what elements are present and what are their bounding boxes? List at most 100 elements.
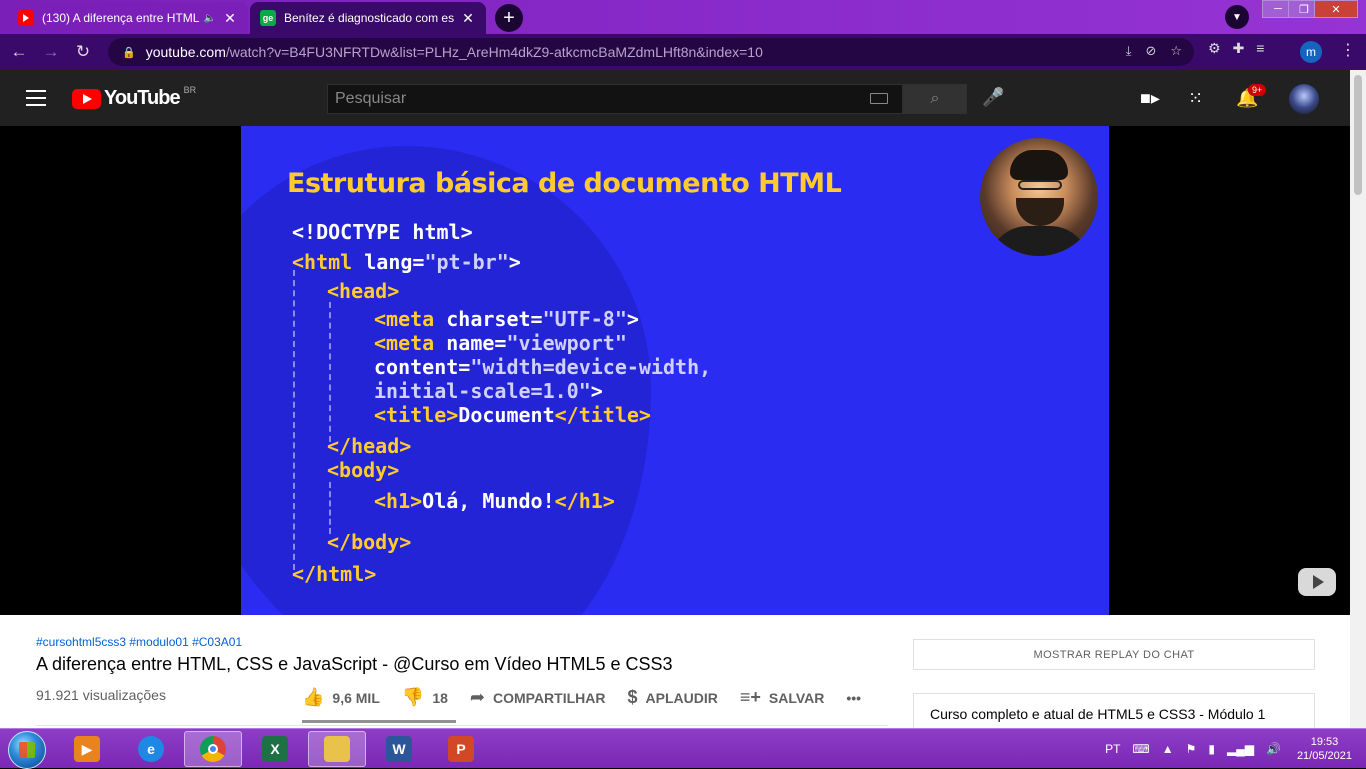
reload-icon[interactable]: ↻ [70, 39, 96, 65]
video-actions: 👍 9,6 MIL 👎 18 ➦ COMPARTILHAR $ APLAUDIR ≡+ S… [302, 687, 883, 708]
network-icon[interactable]: ▂▄▆ [1227, 742, 1254, 756]
playlist-add-icon: ≡+ [739, 687, 761, 707]
thanks-dollar-icon: $ [627, 687, 638, 707]
indent-guide [329, 302, 331, 442]
system-tray: PT ⌨ ▲ ⚑ ▮ ▂▄▆ 🔊 19:53 21/05/2021 [1099, 735, 1352, 763]
applaud-button[interactable]: $ APLAUDIR [628, 687, 718, 708]
logo-text: YouTube [104, 87, 181, 109]
divider [36, 725, 888, 726]
video-title: A diferença entre HTML, CSS e JavaScript… [36, 654, 673, 674]
start-button[interactable] [8, 731, 46, 769]
youtube-logo[interactable]: YouTube BR [72, 84, 197, 110]
media-player-icon: ▶ [74, 736, 100, 762]
taskbar-powerpoint[interactable]: P [432, 731, 490, 767]
speaker-icon[interactable]: 🔈 [204, 13, 216, 24]
youtube-masthead: YouTube BR Pesquisar ⌕ 🎤 ■▸ ⁙ 🔔 [0, 70, 1350, 126]
taskbar-excel[interactable]: X [246, 731, 304, 767]
microphone-icon[interactable]: 🎤 [982, 87, 1004, 108]
extensions-puzzle-icon[interactable]: ✚ [1233, 40, 1245, 57]
playlist-panel[interactable]: Curso completo e atual de HTML5 e CSS3 -… [913, 693, 1315, 733]
profile-avatar[interactable]: m [1300, 41, 1322, 63]
sentiment-bar [302, 720, 456, 723]
code-line-scale: initial-scale=1.0"> [374, 379, 603, 403]
indent-guide [329, 482, 331, 534]
more-actions-button[interactable]: ••• [846, 690, 861, 706]
install-icon[interactable]: ⤓ [1126, 43, 1132, 59]
word-icon: W [386, 736, 412, 762]
close-window-button[interactable]: ✕ [1314, 0, 1358, 18]
tab-title: Benítez é diagnosticado com estiramento [284, 11, 454, 25]
forward-icon[interactable]: → [38, 39, 64, 65]
taskbar-explorer[interactable] [308, 731, 366, 767]
user-avatar[interactable] [1289, 84, 1319, 114]
youtube-play-icon [72, 88, 101, 109]
search-icon: ⌕ [930, 90, 940, 107]
media-control-icon[interactable]: ≡ [1256, 40, 1264, 57]
clock[interactable]: 19:53 21/05/2021 [1297, 735, 1352, 763]
tab-search-icon[interactable]: ▼ [1225, 5, 1249, 29]
keyboard-icon[interactable] [870, 93, 888, 104]
volume-icon[interactable]: 🔊 [1266, 742, 1281, 756]
browser-tab-strip: (130) A diferença entre HTML, CSS e Java… [0, 0, 1366, 34]
show-hidden-icons-icon[interactable]: ▲ [1162, 742, 1174, 756]
url-host: youtube.com [145, 44, 226, 60]
search-input[interactable]: Pesquisar [327, 84, 903, 114]
scrollbar-thumb[interactable] [1354, 75, 1362, 195]
save-button[interactable]: ≡+ SALVAR [740, 687, 825, 708]
video-hashtags[interactable]: #cursohtml5css3 #modulo01 #C03A01 [36, 635, 242, 649]
page-scrollbar[interactable] [1350, 70, 1366, 728]
country-code: BR [183, 84, 197, 95]
taskbar-media-player[interactable]: ▶ [58, 731, 116, 767]
language-indicator[interactable]: PT [1105, 742, 1120, 756]
internet-explorer-icon: e [138, 736, 164, 762]
bookmark-star-icon[interactable]: ☆ [1170, 43, 1182, 59]
taskbar-ie[interactable]: e [122, 731, 180, 767]
share-button[interactable]: ➦ COMPARTILHAR [470, 687, 606, 708]
show-chat-replay-button[interactable]: MOSTRAR REPLAY DO CHAT [913, 639, 1315, 670]
code-line-meta-viewport: <meta name="viewport" [374, 331, 627, 355]
video-frame: Estrutura básica de documento HTML <!DOC… [241, 126, 1109, 615]
dislike-button[interactable]: 👎 18 [402, 687, 448, 708]
close-tab-icon[interactable]: ✕ [222, 10, 238, 27]
ge-favicon-icon: ge [260, 10, 276, 26]
taskbar-chrome[interactable] [184, 731, 242, 767]
new-tab-button[interactable]: + [495, 4, 523, 32]
code-line-head-open: <head> [327, 279, 400, 303]
view-count: 91.921 visualizações [36, 687, 166, 703]
eye-slash-icon[interactable]: ⊘ [1145, 43, 1156, 59]
close-tab-icon[interactable]: ✕ [460, 10, 476, 27]
tab-title: (130) A diferença entre HTML, CSS e Java… [42, 11, 200, 25]
keyboard-icon[interactable]: ⌨ [1132, 742, 1149, 756]
folder-icon [324, 736, 350, 762]
flag-icon[interactable]: ⚑ [1186, 742, 1197, 756]
code-line-body-open: <body> [327, 458, 400, 482]
windows-taskbar: ▶ e X W P PT ⌨ ▲ ⚑ ▮ ▂▄▆ 🔊 19:53 21/05/2… [0, 728, 1366, 769]
chrome-icon [200, 736, 226, 762]
browser-toolbar: ← → ↻ 🔒 youtube.com/watch?v=B4FU3NFRTDw&… [0, 34, 1366, 70]
code-line-title: <title>Document</title> [374, 403, 651, 427]
power-icon[interactable]: ▮ [1208, 742, 1215, 756]
tab-youtube[interactable]: (130) A diferença entre HTML, CSS e Java… [8, 2, 248, 34]
hamburger-menu-icon[interactable] [26, 90, 46, 111]
taskbar-word[interactable]: W [370, 731, 428, 767]
gear-extension-icon[interactable]: ⚙ [1208, 40, 1221, 57]
thumbs-down-icon: 👎 [401, 687, 425, 707]
code-line-head-close: </head> [327, 434, 412, 458]
address-bar[interactable]: 🔒 youtube.com/watch?v=B4FU3NFRTDw&list=P… [108, 38, 1194, 66]
apps-grid-icon[interactable]: ⁙ [1188, 88, 1203, 109]
watermark-play-icon[interactable] [1298, 568, 1336, 596]
like-button[interactable]: 👍 9,6 MIL [302, 687, 380, 708]
menu-kebab-icon[interactable]: ⋮ [1340, 40, 1356, 60]
playlist-title: Curso completo e atual de HTML5 e CSS3 -… [930, 706, 1266, 722]
create-video-icon[interactable]: ■▸ [1140, 88, 1160, 109]
search-button[interactable]: ⌕ [903, 84, 967, 114]
tab-ge[interactable]: ge Benítez é diagnosticado com estiramen… [250, 2, 486, 34]
back-icon[interactable]: ← [6, 39, 32, 65]
code-line-h1: <h1>Olá, Mundo!</h1> [374, 489, 615, 513]
lock-icon[interactable]: 🔒 [122, 46, 136, 59]
clock-date: 21/05/2021 [1296, 750, 1352, 762]
excel-icon: X [262, 736, 288, 762]
notification-badge: 9+ [1248, 84, 1267, 96]
code-line-meta-charset: <meta charset="UTF-8"> [374, 307, 639, 331]
video-player[interactable]: Estrutura básica de documento HTML <!DOC… [0, 126, 1350, 615]
